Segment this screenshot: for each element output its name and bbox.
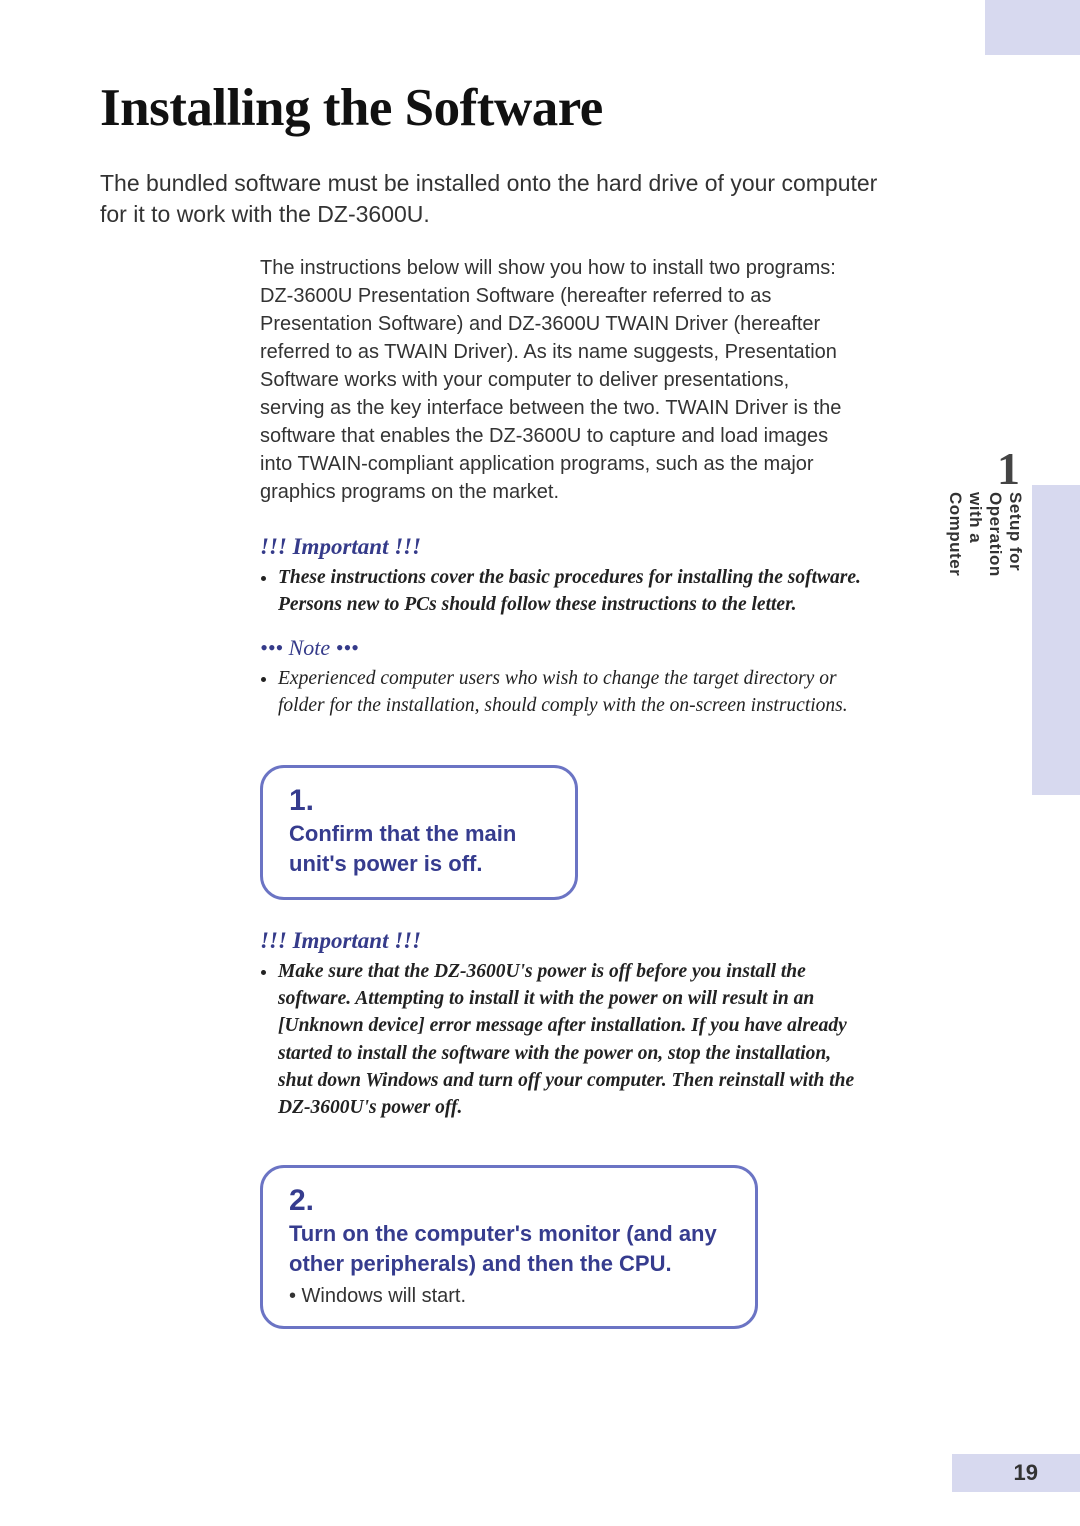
intro-paragraph: The instructions below will show you how… bbox=[260, 254, 850, 506]
page-title: Installing the Software bbox=[100, 78, 1010, 138]
step-number-1: 1. bbox=[289, 784, 549, 817]
step-number-2: 2. bbox=[289, 1184, 729, 1217]
page-number: 19 bbox=[1014, 1460, 1080, 1485]
important-heading-2: !!! Important !!! bbox=[260, 928, 850, 954]
important-bullet-1: These instructions cover the basic proce… bbox=[278, 564, 868, 619]
top-tab-decoration bbox=[985, 0, 1080, 55]
important-bullet-2: Make sure that the DZ-3600U's power is o… bbox=[278, 958, 868, 1122]
note-bullet: Experienced computer users who wish to c… bbox=[278, 665, 868, 720]
note-list: Experienced computer users who wish to c… bbox=[260, 665, 868, 720]
chapter-tab-background bbox=[1032, 485, 1080, 795]
step-box-1: 1. Confirm that the main unit's power is… bbox=[260, 765, 578, 899]
important-heading-1: !!! Important !!! bbox=[260, 534, 850, 560]
manual-page: 1 Setup for Operation with a Computer In… bbox=[0, 0, 1080, 1526]
page-footer: 19 bbox=[952, 1454, 1080, 1492]
note-heading: ••• Note ••• bbox=[260, 635, 850, 661]
body-block: The instructions below will show you how… bbox=[260, 254, 850, 719]
body-block-2: !!! Important !!! Make sure that the DZ-… bbox=[260, 928, 850, 1122]
step-text-2: Turn on the computer's monitor (and any … bbox=[289, 1219, 729, 1278]
step-box-2: 2. Turn on the computer's monitor (and a… bbox=[260, 1165, 758, 1328]
page-content: Installing the Software The bundled soft… bbox=[100, 78, 1010, 1329]
lead-paragraph: The bundled software must be installed o… bbox=[100, 168, 900, 230]
important-list-2: Make sure that the DZ-3600U's power is o… bbox=[260, 958, 868, 1122]
step-subtext-2: • Windows will start. bbox=[289, 1285, 729, 1308]
step-text-1: Confirm that the main unit's power is of… bbox=[289, 819, 549, 878]
important-list-1: These instructions cover the basic proce… bbox=[260, 564, 868, 619]
